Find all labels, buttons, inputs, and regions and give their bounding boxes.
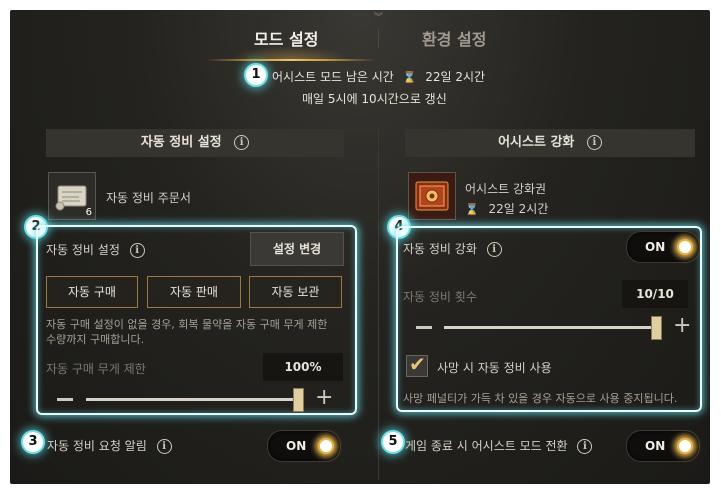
count-decrease-button[interactable] <box>416 326 432 329</box>
boost-ticket-name: 어시스트 강화권 <box>465 182 547 196</box>
assist-time-value: 22일 2시간 <box>425 70 486 84</box>
info-icon[interactable]: i <box>486 242 502 257</box>
repair-count-value: 10/10 <box>622 280 688 308</box>
death-repair-checkbox[interactable]: ✔ <box>406 352 428 377</box>
assist-refresh-note: 매일 5시에 10시간으로 갱신 <box>302 92 447 106</box>
repair-alert-label: 자동 정비 요청 알림 <box>47 439 147 453</box>
weight-slider-thumb[interactable] <box>293 388 304 412</box>
weight-increase-button[interactable]: + <box>315 387 333 409</box>
repair-boost-toggle[interactable]: ON <box>626 231 700 263</box>
hourglass-icon: ⌛ <box>402 71 417 84</box>
game-exit-toggle[interactable]: ON <box>626 430 700 462</box>
auto-repair-header: 자동 정비 설정 i <box>46 129 344 157</box>
check-icon: ✔ <box>409 352 426 376</box>
callout-badge-1: 1 <box>246 65 266 85</box>
boost-ticket-time-row: ⌛ 22일 2시간 <box>465 200 548 217</box>
auto-repair-setting-label: 자동 정비 설정 <box>46 243 120 257</box>
repair-scroll-item-icon[interactable]: 6 <box>48 172 96 220</box>
column-divider <box>378 128 379 480</box>
count-slider-thumb[interactable] <box>651 316 662 340</box>
assist-time-label: 어시스트 모드 남은 시간 <box>272 70 394 84</box>
toggle-knob <box>318 438 334 454</box>
info-icon[interactable]: i <box>129 243 145 258</box>
toggle-state: ON <box>645 240 666 254</box>
boost-ticket-item-icon[interactable] <box>408 172 456 220</box>
repair-boost-row: 자동 정비 강화 i <box>403 240 502 257</box>
weight-limit-label: 자동 구매 무게 제한 <box>46 362 146 376</box>
repair-count-label: 자동 정비 횟수 <box>403 290 477 304</box>
game-exit-row: 게임 종료 시 어시스트 모드 전환 i <box>405 437 593 454</box>
count-slider-fill <box>444 326 656 329</box>
assist-boost-header: 어시스트 강화 i <box>405 129 695 157</box>
info-icon[interactable]: i <box>586 135 602 150</box>
hourglass-icon: ⌛ <box>465 203 479 216</box>
weight-limit-value: 100% <box>263 353 343 381</box>
item-count: 6 <box>85 207 92 218</box>
count-slider-track[interactable] <box>444 326 656 329</box>
tab-mode-settings[interactable]: 모드 설정 <box>254 26 318 50</box>
death-penalty-note: 사망 페널티가 가득 차 있을 경우 자동으로 사용 중지됩니다. <box>403 392 678 405</box>
toggle-state: ON <box>286 439 307 453</box>
death-repair-label: 사망 시 자동 정비 사용 <box>437 361 552 375</box>
auto-buy-description: 자동 구매 설정이 없을 경우, 회복 물약을 자동 구매 무게 제한 수량까지… <box>46 318 328 346</box>
auto-buy-button[interactable]: 자동 구매 <box>46 276 138 308</box>
auto-store-button[interactable]: 자동 보관 <box>249 276 342 308</box>
info-icon[interactable]: i <box>234 135 250 150</box>
assist-boost-header-title: 어시스트 강화 <box>498 135 575 150</box>
tab-divider <box>378 28 379 48</box>
toggle-knob <box>677 438 693 454</box>
active-tab-underline <box>206 59 376 61</box>
tab-env-settings[interactable]: 환경 설정 <box>422 26 486 50</box>
repair-boost-label: 자동 정비 강화 <box>403 242 477 256</box>
assist-mode-panel: ︾ 모드 설정 환경 설정 1 어시스트 모드 남은 시간 ⌛ 22일 2시간 … <box>10 10 710 484</box>
info-icon[interactable]: i <box>577 439 593 454</box>
repair-alert-toggle[interactable]: ON <box>267 430 341 462</box>
weight-decrease-button[interactable] <box>57 398 73 401</box>
boost-ticket-time: 22일 2시간 <box>488 202 549 216</box>
auto-repair-header-title: 자동 정비 설정 <box>140 135 222 150</box>
assist-time-row: 어시스트 모드 남은 시간 ⌛ 22일 2시간 <box>272 68 485 85</box>
toggle-state: ON <box>645 439 666 453</box>
callout-badge-3: 3 <box>23 432 43 452</box>
change-settings-button[interactable]: 설정 변경 <box>250 232 344 266</box>
info-icon[interactable]: i <box>156 439 172 454</box>
auto-repair-setting-row: 자동 정비 설정 i <box>46 241 145 258</box>
weight-slider-fill <box>86 398 298 401</box>
auto-sell-button[interactable]: 자동 판매 <box>147 276 241 308</box>
boost-ticket-icon <box>415 181 449 211</box>
count-increase-button[interactable]: + <box>673 315 691 337</box>
repair-alert-row: 자동 정비 요청 알림 i <box>47 437 172 454</box>
repair-scroll-name: 자동 정비 주문서 <box>106 191 191 205</box>
weight-slider-track[interactable] <box>86 398 298 401</box>
toggle-knob <box>677 239 693 255</box>
collapse-chevron-icon[interactable]: ︾ <box>374 10 383 23</box>
game-exit-label: 게임 종료 시 어시스트 모드 전환 <box>405 439 568 453</box>
callout-badge-5: 5 <box>383 432 403 452</box>
